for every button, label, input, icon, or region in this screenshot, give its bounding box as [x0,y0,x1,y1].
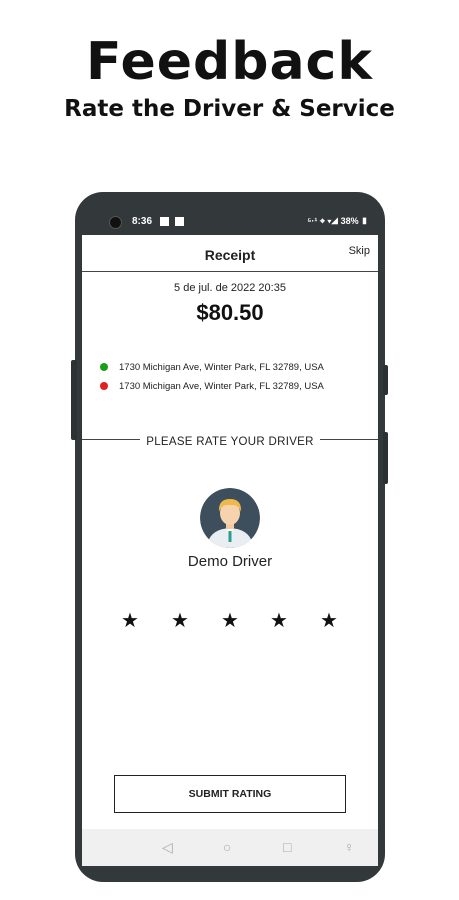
rate-driver-label: PLEASE RATE YOUR DRIVER [140,436,320,448]
pickup-address: 1730 Michigan Ave, Winter Park, FL 32789… [119,362,324,373]
star-2-icon[interactable]: ★ [171,608,189,632]
star-4-icon[interactable]: ★ [270,608,288,632]
star-5-icon[interactable]: ★ [320,608,338,632]
pickup-dot-icon [100,363,108,371]
dropoff-dot-icon [100,382,108,390]
driver-name: Demo Driver [187,553,273,570]
receipt-date: 5 de jul. de 2022 20:35 [174,282,286,294]
image-notification-icon [175,217,184,226]
phone-power-button [383,365,388,395]
receipt-amount: $80.50 [196,300,264,325]
pickup-address-row: 1730 Michigan Ave, Winter Park, FL 32789… [100,362,324,373]
status-time: 8:36 [132,216,153,227]
status-bar: 8:36 ⁵·¹ ⌖ ▾◢ 38% ▮ [82,208,378,235]
rate-driver-heading: PLEASE RATE YOUR DRIVER [82,432,378,450]
phone-side-button [71,360,77,440]
dropoff-address-row: 1730 Michigan Ave, Winter Park, FL 32789… [100,381,324,392]
page-title: Receipt [204,247,256,263]
submit-rating-button[interactable]: SUBMIT RATING [114,775,346,813]
front-camera [109,216,122,229]
dropoff-address: 1730 Michigan Ave, Winter Park, FL 32789… [119,381,324,392]
accessibility-icon[interactable]: ♀ [344,839,355,855]
app-header: Receipt Skip [82,235,378,272]
promo-title: Feedback [86,32,373,92]
promo-subtitle: Rate the Driver & Service [64,96,395,122]
home-icon[interactable]: ○ [223,839,231,855]
phone-screen: 8:36 ⁵·¹ ⌖ ▾◢ 38% ▮ Receipt Skip 5 de ju… [82,208,378,866]
star-1-icon[interactable]: ★ [121,608,139,632]
notification-icon [160,217,169,226]
driver-avatar-icon [200,488,260,548]
phone-volume-button [383,432,388,484]
system-nav-bar: ◁ ○ □ ♀ [82,829,378,866]
recents-icon[interactable]: □ [283,839,291,855]
back-icon[interactable]: ◁ [162,839,173,856]
star-3-icon[interactable]: ★ [221,608,239,632]
status-indicators: ⁵·¹ ⌖ ▾◢ 38% ▮ [307,216,368,226]
skip-button[interactable]: Skip [349,245,370,257]
